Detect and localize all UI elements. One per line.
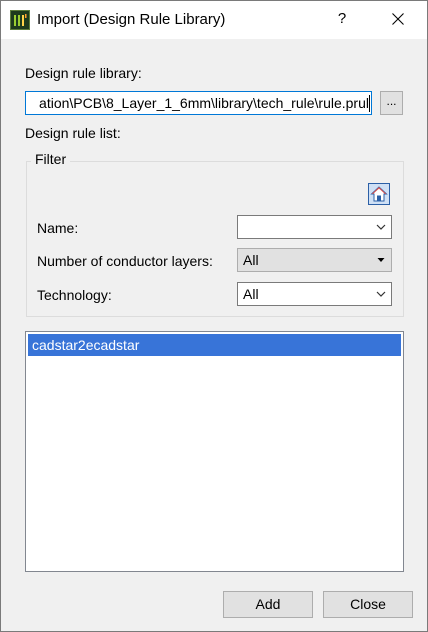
filter-legend: Filter <box>31 151 71 167</box>
close-icon <box>392 13 404 25</box>
conductor-layers-value: All <box>243 252 259 268</box>
design-rule-library-path-input[interactable]: ation\PCB\8_Layer_1_6mm\library\tech_rul… <box>25 91 372 115</box>
close-button[interactable]: Close <box>323 591 413 618</box>
name-filter-combobox[interactable] <box>237 215 392 239</box>
title-bar: Import (Design Rule Library) ? <box>1 1 427 39</box>
window-title: Import (Design Rule Library) <box>37 11 226 28</box>
add-button[interactable]: Add <box>223 591 313 618</box>
design-rule-library-label: Design rule library: <box>25 65 142 81</box>
home-button[interactable] <box>368 183 390 205</box>
chevron-down-icon <box>376 224 386 230</box>
help-button[interactable]: ? <box>327 3 357 35</box>
list-item[interactable]: cadstar2ecadstar <box>28 334 401 356</box>
technology-combobox[interactable]: All <box>237 282 392 306</box>
conductor-layers-label: Number of conductor layers: <box>37 253 213 269</box>
design-rule-list-label: Design rule list: <box>25 125 121 141</box>
list-item-label: cadstar2ecadstar <box>32 337 140 353</box>
browse-button[interactable]: ... <box>380 91 403 115</box>
technology-label: Technology: <box>37 287 112 303</box>
chevron-down-icon <box>376 291 386 297</box>
app-icon <box>10 10 30 30</box>
import-dialog: Import (Design Rule Library) ? Design ru… <box>0 0 428 632</box>
text-caret <box>369 95 370 112</box>
technology-value: All <box>243 286 259 302</box>
dropdown-arrow-icon <box>377 258 385 262</box>
design-rule-listbox[interactable]: cadstar2ecadstar <box>25 331 404 572</box>
home-icon <box>370 186 388 202</box>
path-value: ation\PCB\8_Layer_1_6mm\library\tech_rul… <box>39 95 369 111</box>
name-filter-label: Name: <box>37 220 79 236</box>
close-window-button[interactable] <box>379 3 417 35</box>
conductor-layers-dropdown[interactable]: All <box>237 248 392 272</box>
